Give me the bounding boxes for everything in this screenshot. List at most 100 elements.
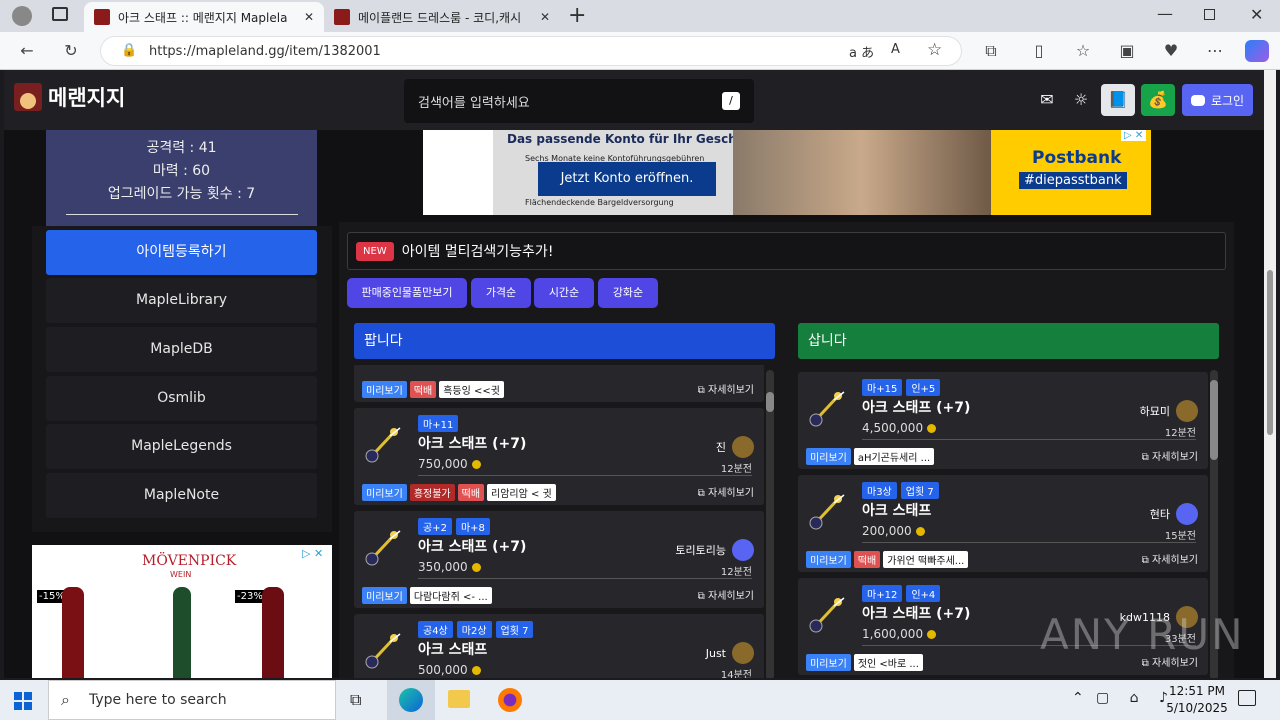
enhance-tag: 마+8 [455,518,490,535]
sell-list[interactable]: 미리보기 떡배 흑등잉 <<귓 ⧉ 자세히보기 마+11 아크 스태프 (+7)… [354,365,764,678]
clock-date[interactable]: 5/10/2025 [1166,701,1228,715]
theme-toggle-icon[interactable]: ☼ [1064,84,1098,116]
file-explorer-icon[interactable] [448,690,470,708]
preview-button[interactable]: 미리보기 [362,484,407,501]
preview-button[interactable]: 미리보기 [806,448,851,465]
seller[interactable]: 토리토리능 [675,539,754,561]
minimize-icon[interactable]: — [1157,4,1173,23]
filter-selling-only-button[interactable]: 판매중인물품만보기 [347,278,467,308]
split-screen-icon[interactable]: ▯ [1024,36,1054,66]
register-item-button[interactable]: 아이템등록하기 [46,230,317,275]
close-tab-icon[interactable]: ✕ [296,10,314,24]
preview-button[interactable]: 미리보기 [806,654,851,671]
ad-cta[interactable]: Jetzt Konto eröffnen. [538,162,716,196]
taskbar-search-input[interactable]: ⌕ Type here to search [48,680,336,720]
tab-inactive[interactable]: 메이플랜드 드레스룸 - 코디,캐시 ✕ [324,2,560,32]
more-menu-icon[interactable]: ⋯ [1200,36,1230,66]
divider [862,542,1196,543]
close-tab-icon[interactable]: ✕ [532,10,550,24]
sidebar-item-maplenote[interactable]: MapleNote [46,473,317,518]
detail-link[interactable]: ⧉ 자세히보기 [698,381,754,396]
url-field[interactable]: 🔒 https://mapleland.gg/item/1382001 a あ … [100,36,962,66]
detail-link[interactable]: ⧉ 자세히보기 [1142,448,1198,463]
task-view-icon[interactable]: ⧉ [350,690,361,710]
list-item[interactable]: 마3상 업횟 7 아크 스태프 200,000 현타 15분전 미리보기 떡배 가위언… [798,475,1208,572]
notice-bar[interactable]: NEW 아이템 멀티검색기능추가! [347,232,1226,270]
money-bag-icon[interactable]: 💰 [1141,84,1175,116]
favorite-star-icon[interactable]: ☆ [927,40,942,60]
tab-active[interactable]: 아크 스태프 :: 메랜지지 Maplela ✕ [84,2,324,32]
preview-button[interactable]: 미리보기 [362,587,407,604]
performance-icon[interactable]: ♥ [1156,36,1186,66]
enhance-tag: 공4상 [418,621,453,638]
extensions-icon[interactable]: ⧉ [976,36,1006,66]
tab-actions-icon[interactable] [52,7,68,21]
detail-label: 자세히보기 [1152,555,1198,566]
start-icon[interactable] [14,692,32,710]
avatar [1176,503,1198,525]
buy-column-header: 삽니다 [798,323,1219,359]
sidebar-item-maplelibrary[interactable]: MapleLibrary [46,278,317,323]
sort-price-button[interactable]: 가격순 [471,278,531,308]
read-aloud-icon[interactable]: A [891,42,900,57]
back-icon[interactable]: ← [12,36,42,66]
tag-row: 공4상 마2상 업횟 7 [418,621,534,638]
sidebar-item-mapledb[interactable]: MapleDB [46,327,317,372]
sidebar-item-maplelegends[interactable]: MapleLegends [46,424,317,469]
detail-label: 자세히보기 [708,488,754,499]
detail-link[interactable]: ⧉ 자세히보기 [1142,551,1198,566]
posted-time: 12분전 [720,567,752,578]
item-name: 아크 스태프 [418,642,488,658]
detail-link[interactable]: ⧉ 자세히보기 [698,587,754,602]
ad-choices-icon[interactable]: ▷ ✕ [302,547,323,560]
seller[interactable]: Just [706,642,754,664]
notifications-icon[interactable] [1238,690,1256,706]
tray-icons[interactable]: ▢ ⌂ ♪ [1096,690,1176,706]
browser-tab-bar: 아크 스태프 :: 메랜지지 Maplela ✕ 메이플랜드 드레스룸 - 코디… [0,0,1280,32]
refresh-icon[interactable]: ↻ [56,36,86,66]
list-item[interactable]: 공4상마2상업횟 7 아크 스태프 500,000 Just 14분전 미리보기… [354,614,764,678]
login-button[interactable]: 로그인 [1182,84,1253,116]
profile-icon[interactable] [12,6,32,26]
ad-line: Flächendeckende Bargeldversorgung [525,198,674,207]
seller[interactable]: 진 [716,436,754,458]
collections-icon[interactable]: ▣ [1112,36,1142,66]
page-scrollbar[interactable] [1264,70,1276,678]
clock-time[interactable]: 12:51 PM [1168,684,1226,698]
list-item[interactable]: 마+11 아크 스태프 (+7) 750,000 진 12분전 미리보기 흥정불가… [354,408,764,505]
restore-icon[interactable] [1204,9,1215,20]
bank-banner-ad[interactable]: Das passende Konto für Ihr Geschäft Sech… [423,130,1151,215]
ad-photo [733,130,991,215]
preview-button[interactable]: 미리보기 [806,551,851,568]
detail-label: 자세히보기 [708,591,754,602]
tray-chevron-icon[interactable]: ⌃ [1072,690,1084,706]
new-badge: NEW [356,241,394,261]
close-window-icon[interactable]: ✕ [1250,5,1263,24]
seller[interactable]: 현타 [1150,503,1198,525]
item-footer: 미리보기 떡배 가위언 떡빠주세... [806,551,969,568]
ad-choices-icon[interactable]: ▷ ✕ [1121,130,1147,141]
copilot-icon[interactable] [1245,40,1269,62]
postbank-brand: Postbank [1032,148,1122,168]
sort-enhance-button[interactable]: 강화순 [598,278,658,308]
list-item[interactable]: 미리보기 떡배 흑등잉 <<귓 ⧉ 자세히보기 [354,365,764,402]
book-icon[interactable]: 📘 [1101,84,1135,116]
preview-button[interactable]: 미리보기 [362,381,407,398]
favorites-icon[interactable]: ☆ [1068,36,1098,66]
enhance-tag: 공+2 [418,518,452,535]
mail-icon[interactable]: ✉ [1030,84,1064,116]
seller[interactable]: 하묘미 [1140,400,1198,422]
new-tab-icon[interactable]: + [568,3,586,28]
site-logo[interactable]: 메랜지지 [14,82,125,112]
edge-taskbar-icon[interactable] [387,680,435,720]
list-item[interactable]: 마+15 인+5 아크 스태프 (+7) 4,500,000 하묘미 12분전 미… [798,372,1208,469]
firefox-icon[interactable] [498,688,522,712]
search-input[interactable]: 검색어를 입력하세요 / [404,79,754,123]
detail-link[interactable]: ⧉ 자세히보기 [698,484,754,499]
wine-ad[interactable]: MÖVENPICK WEIN ▷ ✕ -15% -23% [32,545,332,678]
list-item[interactable]: 공+2 마+8 아크 스태프 (+7) 350,000 토리토리능 12분전 미리… [354,511,764,608]
translate-icon[interactable]: a あ [849,42,874,61]
sort-time-button[interactable]: 시간순 [534,278,594,308]
sidebar-item-osmlib[interactable]: Osmlib [46,376,317,421]
sell-scrollbar[interactable] [766,370,774,678]
